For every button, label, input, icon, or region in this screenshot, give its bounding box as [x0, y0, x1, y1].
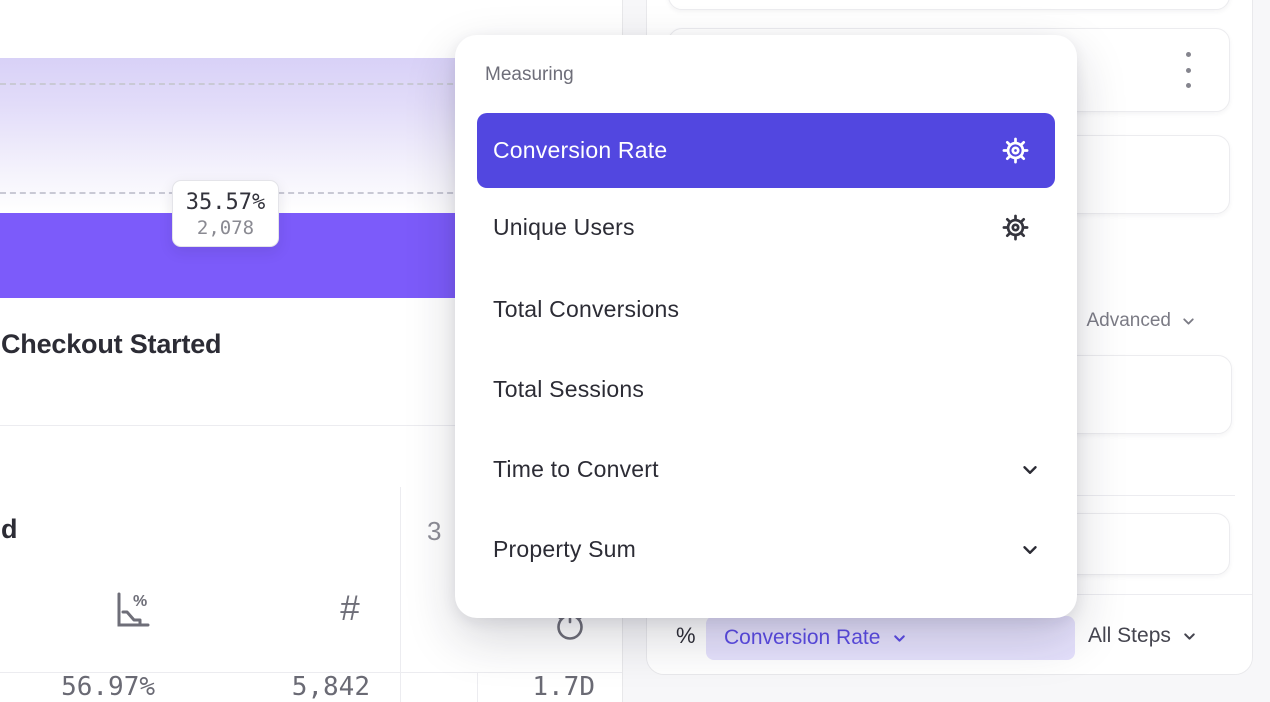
cell-time-to-convert: 1.7D: [465, 673, 595, 701]
steps-selector-button[interactable]: All Steps: [1088, 624, 1198, 648]
builder-card-top: [668, 0, 1230, 10]
chevron-down-icon: [891, 630, 908, 647]
menu-item-unique-users[interactable]: Unique Users: [477, 190, 1055, 265]
funnel-report-screen: Checkout Started d 3 % # 56.97%: [0, 0, 1270, 702]
chevron-down-icon: [1180, 313, 1197, 330]
table-step-number: 3: [427, 516, 441, 547]
gear-icon[interactable]: [1002, 214, 1029, 241]
metric-selector-label: Conversion Rate: [724, 626, 880, 650]
chevron-down-icon: [1019, 459, 1041, 481]
table-step-header-fragment: d: [1, 514, 18, 545]
menu-item-conversion-rate[interactable]: Conversion Rate: [477, 113, 1055, 188]
menu-item-total-sessions[interactable]: Total Sessions: [477, 352, 1055, 427]
gear-icon[interactable]: [1002, 137, 1029, 164]
step-title: Checkout Started: [1, 329, 221, 360]
table-column-divider: [400, 487, 401, 702]
chevron-down-icon: [1181, 628, 1198, 645]
metric-selector-button[interactable]: Conversion Rate: [706, 616, 1075, 660]
cell-conversion-rate: 56.97%: [25, 673, 155, 701]
percent-glyph: %: [676, 623, 696, 649]
menu-item-total-conversions[interactable]: Total Conversions: [477, 272, 1055, 347]
chevron-down-icon: [1019, 539, 1041, 561]
conversion-rate-icon[interactable]: %: [110, 588, 154, 634]
menu-item-property-sum[interactable]: Property Sum: [477, 512, 1055, 587]
tooltip-count: 2,078: [173, 216, 278, 241]
dropdown-header: Measuring: [485, 64, 574, 86]
advanced-toggle[interactable]: Advanced: [1086, 310, 1197, 332]
menu-item-time-to-convert[interactable]: Time to Convert: [477, 432, 1055, 507]
total-count-icon[interactable]: #: [330, 589, 370, 629]
cell-count: 5,842: [240, 673, 370, 701]
tooltip-conversion-rate: 35.57%: [173, 189, 278, 216]
steps-selector-label: All Steps: [1088, 624, 1171, 648]
svg-text:%: %: [133, 593, 147, 610]
kebab-menu-icon[interactable]: [1178, 52, 1198, 88]
chart-tooltip: 35.57% 2,078: [172, 180, 279, 247]
advanced-label: Advanced: [1086, 310, 1171, 332]
